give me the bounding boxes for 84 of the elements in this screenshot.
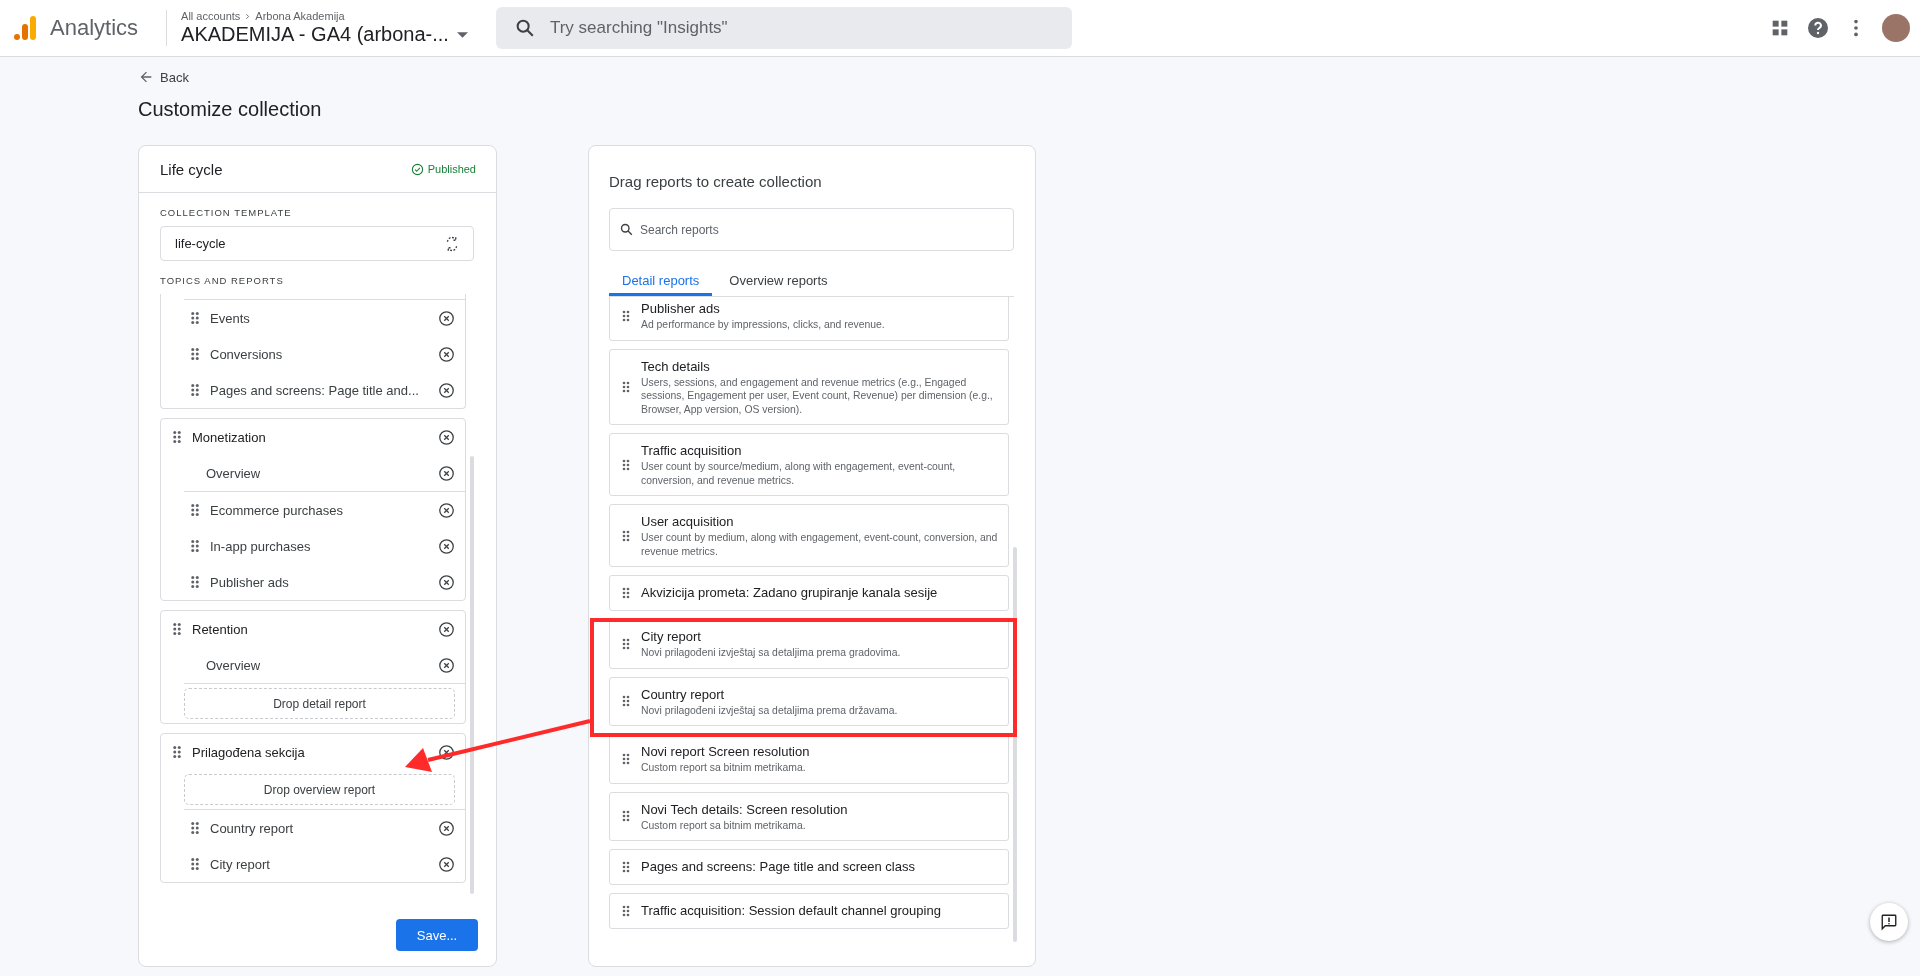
report-title: User acquisition xyxy=(641,513,735,531)
report-item: In-app purchases xyxy=(210,538,312,554)
remove-icon[interactable] xyxy=(438,656,455,674)
report-item: Conversions xyxy=(210,346,284,362)
report-title: Pages and screens: Page title and screen class xyxy=(641,858,916,876)
avatar[interactable] xyxy=(1882,14,1910,42)
overview-item: Overview xyxy=(205,465,262,481)
remove-icon[interactable] xyxy=(438,501,455,519)
remove-icon[interactable] xyxy=(438,464,455,482)
report-card[interactable]: City report Novi prilagođeni izvještaj sa detaljima prema gradovima. xyxy=(609,619,1009,669)
report-card[interactable]: Tech details Users, sessions, and engagement and revenue metrics (e.g., Engaged sessions, Engagement per user, Event count, Revenue) per dimension (e.g., Browser, App version, OS version). xyxy=(609,348,1009,425)
report-card[interactable]: Pages and screens: Page title and screen class xyxy=(609,849,1009,885)
published-status: Published xyxy=(410,162,476,176)
remove-icon[interactable] xyxy=(438,309,455,327)
report-description: Ad performance by impressions, clicks, and revenue. xyxy=(641,318,886,332)
product-name: Analytics xyxy=(50,15,139,41)
report-item: City report xyxy=(210,856,271,872)
report-card[interactable]: Traffic acquisition: Session default channel grouping xyxy=(609,893,1009,929)
remove-icon[interactable] xyxy=(438,428,455,446)
panel-heading: Drag reports to create collection xyxy=(609,173,823,192)
property-selector[interactable]: AKADEMIJA - GA4 (arbona-... xyxy=(181,23,468,46)
remove-icon[interactable] xyxy=(438,819,455,837)
topic-title: Monetization xyxy=(192,429,267,445)
search-field[interactable]: Try searching "Insights" xyxy=(495,7,1072,49)
report-card[interactable]: Publisher ads Ad performance by impressions, clicks, and revenue. xyxy=(609,297,1009,341)
report-item: Ecommerce purchases xyxy=(210,502,344,518)
analytics-logo xyxy=(14,16,36,40)
report-title: Novi Tech details: Screen resolution xyxy=(641,800,849,819)
search-icon xyxy=(619,222,634,237)
remove-icon[interactable] xyxy=(438,855,455,873)
report-card[interactable]: Country report Novi prilagođeni izvještaj sa detaljima prema državama. xyxy=(609,676,1009,726)
breadcrumb-link[interactable]: Arbona Akademija xyxy=(255,10,345,22)
report-title: Country report xyxy=(641,685,726,704)
tab[interactable]: Overview reports xyxy=(716,273,841,296)
remove-icon[interactable] xyxy=(438,620,455,638)
report-description: Custom report sa bitnim metrikama. xyxy=(641,818,807,832)
topic-title: Prilagođena sekcija xyxy=(192,744,306,760)
chevron-icon xyxy=(243,11,253,21)
report-card[interactable]: Novi Tech details: Screen resolution Custom report sa bitnim metrikama. xyxy=(609,791,1009,841)
report-item: Country report xyxy=(210,820,295,836)
breadcrumb-link[interactable]: All accounts xyxy=(181,10,241,22)
report-title: Akvizicija prometa: Zadano grupiranje kanala sesije xyxy=(641,584,939,602)
report-card[interactable]: User acquisition User count by medium, along with engagement, event-count, conversion, and revenue metrics. xyxy=(609,504,1009,567)
section-label: COLLECTION TEMPLATE xyxy=(160,207,293,218)
section-label: TOPICS AND REPORTS xyxy=(160,275,285,286)
remove-icon[interactable] xyxy=(438,743,455,761)
report-description: Novi prilagođeni izvještaj sa detaljima prema gradovima. xyxy=(641,646,902,660)
report-item: Publisher ads xyxy=(210,574,290,590)
drop-zone: Drop overview report xyxy=(184,774,455,805)
caret-icon xyxy=(456,31,468,38)
report-title: Tech details xyxy=(641,357,711,376)
search-field[interactable]: Search reports xyxy=(609,208,1014,251)
overview-item: Overview xyxy=(205,657,262,673)
report-title: City report xyxy=(641,628,702,646)
report-description: User count by medium, along with engagement, event-count, conversion, and revenue metrics. xyxy=(641,531,999,558)
report-title: Traffic acquisition xyxy=(641,442,743,460)
report-card[interactable]: Akvizicija prometa: Zadano grupiranje kanala sesije xyxy=(609,575,1009,611)
report-title: Publisher ads xyxy=(641,300,721,318)
save-button[interactable]: Save... xyxy=(396,919,478,951)
report-description: Users, sessions, and engagement and revenue metrics (e.g., Engaged sessions, Engagement per user, Event count, Revenue) per dimension (e.g., Browser, App version, OS version). xyxy=(641,375,994,416)
report-title: Novi report Screen resolution xyxy=(641,743,811,761)
remove-icon[interactable] xyxy=(438,537,455,555)
report-title: Traffic acquisition: Session default channel grouping xyxy=(641,902,942,920)
topic-title: Retention xyxy=(192,621,249,637)
remove-icon[interactable] xyxy=(438,345,455,363)
check-circle-icon xyxy=(410,162,424,176)
report-item: Pages and screens: Page title and... xyxy=(210,382,420,398)
report-card[interactable]: Novi report Screen resolution Custom report sa bitnim metrikama. xyxy=(609,734,1009,784)
report-description: Novi prilagođeni izvještaj sa detaljima prema državama. xyxy=(641,703,899,717)
drop-zone: Drop detail report xyxy=(184,688,455,719)
report-item: Events xyxy=(210,310,251,326)
report-description: Custom report sa bitnim metrikama. xyxy=(641,761,807,775)
remove-icon[interactable] xyxy=(438,573,455,591)
back-arrow-icon xyxy=(138,69,154,85)
feedback-button[interactable] xyxy=(1870,903,1908,941)
feedback-icon xyxy=(1880,913,1898,931)
back-link[interactable]: Back xyxy=(138,69,1920,85)
report-card[interactable]: Traffic acquisition User count by source/medium, along with engagement, event-count, conversion, and revenue metrics. xyxy=(609,433,1009,496)
page-title: Customize collection xyxy=(138,97,323,121)
collection-name: Life cycle xyxy=(160,160,223,178)
report-description: User count by source/medium, along with engagement, event-count, conversion, and revenue metrics. xyxy=(641,460,957,487)
help-icon[interactable] xyxy=(1806,16,1830,40)
template-field[interactable]: life-cycle xyxy=(160,226,474,261)
remove-icon[interactable] xyxy=(438,381,455,399)
